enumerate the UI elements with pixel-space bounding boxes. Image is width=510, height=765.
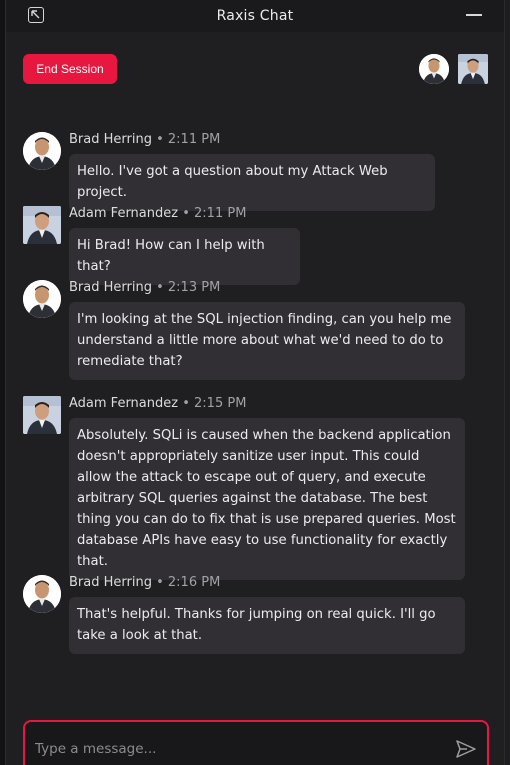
window-title: Raxis Chat — [216, 8, 294, 24]
avatar-adam-fernandez[interactable] — [458, 54, 488, 84]
author-name: Brad Herring — [69, 132, 152, 147]
message-bubble: Hello. I've got a question about my Atta… — [69, 154, 435, 211]
title-bar: Raxis Chat — [6, 0, 504, 32]
message-meta: Brad Herring • 2:16 PM — [69, 575, 220, 590]
message-bubble: Hi Brad! How can I help with that? — [69, 228, 300, 285]
message-composer — [23, 720, 489, 765]
meta-separator: • — [182, 206, 190, 221]
timestamp: 2:16 PM — [167, 575, 221, 590]
avatar-brad-herring[interactable] — [419, 54, 449, 84]
author-name: Adam Fernandez — [69, 396, 179, 411]
timestamp: 2:11 PM — [194, 206, 247, 221]
minimize-icon[interactable] — [466, 8, 482, 22]
avatar — [23, 132, 61, 170]
send-icon[interactable] — [455, 738, 477, 760]
meta-separator: • — [156, 280, 164, 295]
author-name: Brad Herring — [69, 575, 152, 590]
timestamp: 2:13 PM — [167, 280, 221, 295]
meta-separator: • — [182, 396, 190, 411]
expand-icon[interactable] — [28, 7, 44, 23]
message-meta: Brad Herring • 2:11 PM — [69, 132, 220, 147]
meta-separator: • — [156, 575, 164, 590]
timestamp: 2:15 PM — [194, 396, 247, 411]
avatar — [23, 396, 61, 434]
author-name: Adam Fernandez — [69, 206, 179, 221]
message-bubble: Absolutely. SQLi is caused when the back… — [69, 418, 465, 580]
participants — [419, 54, 488, 84]
message-bubble: I'm looking at the SQL injection finding… — [69, 302, 465, 380]
avatar — [23, 206, 61, 244]
message-meta: Adam Fernandez • 2:15 PM — [69, 396, 246, 411]
avatar — [23, 280, 61, 318]
message-bubble: That's helpful. Thanks for jumping on re… — [69, 597, 465, 654]
chat-panel: Raxis Chat End Session Brad Herring • 2:… — [5, 0, 505, 765]
timestamp: 2:11 PM — [167, 132, 221, 147]
avatar — [23, 575, 61, 613]
message-meta: Adam Fernandez • 2:11 PM — [69, 206, 246, 221]
author-name: Brad Herring — [69, 280, 152, 295]
message-input[interactable] — [35, 737, 435, 761]
end-session-button[interactable]: End Session — [23, 54, 117, 84]
meta-separator: • — [156, 132, 164, 147]
message-meta: Brad Herring • 2:13 PM — [69, 280, 220, 295]
